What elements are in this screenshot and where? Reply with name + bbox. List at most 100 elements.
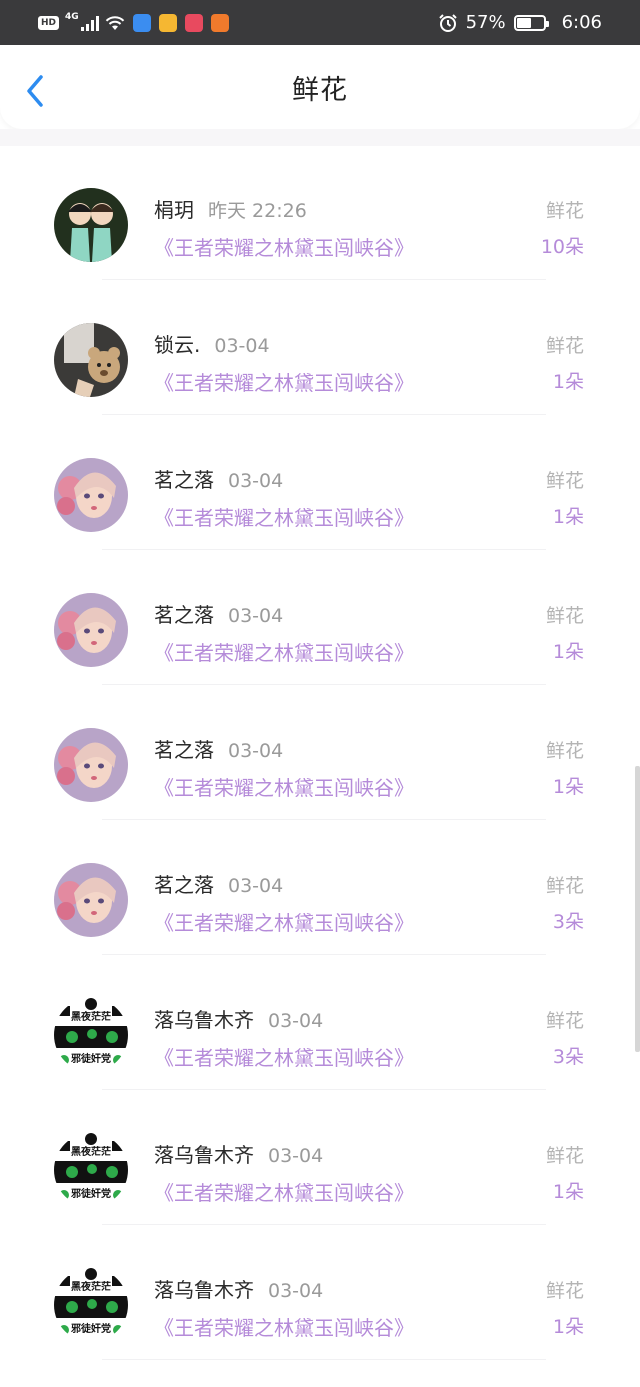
top-nav-bar: 鲜花: [0, 45, 640, 129]
gift-type-label: 鲜花: [545, 740, 584, 762]
list-item[interactable]: 锁云. 03-04 《王者荣耀之林黛玉闯峡谷》 鲜花 1朵: [0, 281, 640, 416]
sent-time: 昨天 22:26: [208, 200, 307, 222]
gift-type-label: 鲜花: [545, 470, 584, 492]
book-title-link[interactable]: 《王者荣耀之林黛玉闯峡谷》: [154, 1177, 414, 1206]
list-item[interactable]: 茗之落 03-04 《王者荣耀之林黛玉闯峡谷》 鲜花 1朵: [0, 416, 640, 551]
list-item[interactable]: 黑夜茫茫 邪徒奸党 落乌鲁木齐 03-04 《王者荣耀之林黛玉闯峡谷》 鲜花 1朵: [0, 1226, 640, 1361]
gift-type-label: 鲜花: [545, 1280, 584, 1302]
avatar[interactable]: 黑夜茫茫 邪徒奸党: [54, 998, 128, 1072]
list-item[interactable]: 茗之落 03-04 《王者荣耀之林黛玉闯峡谷》 鲜花 1朵: [0, 686, 640, 821]
avatar-text-bottom: 邪徒奸党: [70, 1187, 111, 1200]
sent-time: 03-04: [268, 1010, 324, 1032]
book-title-link[interactable]: 《王者荣耀之林黛玉闯峡谷》: [154, 367, 414, 396]
sent-time: 03-04: [268, 1145, 324, 1167]
sender-name: 落乌鲁木齐 03-04: [154, 1004, 323, 1033]
network-type: 4G: [65, 11, 79, 22]
avatar-image: [54, 458, 128, 532]
chevron-left-icon: [27, 75, 43, 107]
hd-icon: HD: [38, 15, 60, 30]
divider: [102, 279, 546, 280]
divider: [102, 1224, 546, 1225]
list-item[interactable]: 茗之落 03-04 《王者荣耀之林黛玉闯峡谷》 鲜花 1朵: [0, 551, 640, 686]
divider: [102, 549, 546, 550]
back-button[interactable]: [22, 73, 48, 109]
shield-app-icon: [132, 13, 151, 32]
gift-count: 1朵: [552, 1316, 584, 1338]
sender-name: 茗之落 03-04: [154, 599, 283, 628]
gift-type-label: 鲜花: [545, 1010, 584, 1032]
avatar-image: [54, 863, 128, 937]
gift-count: 3朵: [552, 1046, 584, 1068]
sender-name-text: 落乌鲁木齐: [154, 1008, 254, 1032]
divider: [102, 819, 546, 820]
avatar-image: [54, 188, 128, 262]
sender-name-text: 茗之落: [154, 873, 214, 897]
folder-app-icon: [158, 13, 177, 32]
gift-type-label: 鲜花: [545, 335, 584, 357]
avatar[interactable]: 黑夜茫茫 邪徒奸党: [54, 1268, 128, 1342]
book-title-link[interactable]: 《王者荣耀之林黛玉闯峡谷》: [154, 907, 414, 936]
sender-name: 落乌鲁木齐 03-04: [154, 1139, 323, 1168]
sent-time: 03-04: [228, 875, 284, 897]
gift-type-label: 鲜花: [545, 605, 584, 627]
book-title-link[interactable]: 《王者荣耀之林黛玉闯峡谷》: [154, 637, 414, 666]
list-item[interactable]: 茗之落 03-04 《王者荣耀之林黛玉闯峡谷》 鲜花 3朵: [0, 821, 640, 956]
sender-name-text: 落乌鲁木齐: [154, 1278, 254, 1302]
sender-name-text: 茗之落: [154, 738, 214, 762]
book-title-link[interactable]: 《王者荣耀之林黛玉闯峡谷》: [154, 1042, 414, 1071]
sent-time: 03-04: [228, 740, 284, 762]
divider: [102, 954, 546, 955]
sent-time: 03-04: [268, 1280, 324, 1302]
avatar[interactable]: [54, 458, 128, 532]
status-bar-left: HD 4G: [38, 11, 229, 32]
sent-time: 03-04: [228, 470, 284, 492]
gift-count: 1朵: [552, 371, 584, 393]
book-title-link[interactable]: 《王者荣耀之林黛玉闯峡谷》: [154, 502, 414, 531]
alarm-icon: [438, 13, 457, 32]
gift-type-label: 鲜花: [545, 875, 584, 897]
book-title-link[interactable]: 《王者荣耀之林黛玉闯峡谷》: [154, 232, 414, 261]
avatar-text-bottom: 邪徒奸党: [70, 1052, 111, 1065]
avatar-text-top: 黑夜茫茫: [71, 1280, 111, 1293]
battery-icon: [513, 14, 549, 31]
avatar-text-top: 黑夜茫茫: [71, 1145, 111, 1158]
sender-name-text: 茗之落: [154, 603, 214, 627]
sender-name-text: 落乌鲁木齐: [154, 1143, 254, 1167]
avatar-image: [54, 728, 128, 802]
avatar-text-top: 黑夜茫茫: [71, 1010, 111, 1023]
sender-name: 茗之落 03-04: [154, 734, 283, 763]
flower-gift-list: 梋玥 昨天 22:26 《王者荣耀之林黛玉闯峡谷》 鲜花 10朵 锁云. 03-04 《王者荣…: [0, 146, 640, 1361]
divider: [102, 1089, 546, 1090]
sender-name: 落乌鲁木齐 03-04: [154, 1274, 323, 1303]
avatar-image: 黑夜茫茫邪徒奸党: [54, 1268, 128, 1342]
list-item[interactable]: 梋玥 昨天 22:26 《王者荣耀之林黛玉闯峡谷》 鲜花 10朵: [0, 146, 640, 281]
divider: [102, 414, 546, 415]
avatar[interactable]: [54, 188, 128, 262]
scrollbar[interactable]: [635, 766, 640, 1052]
sender-name-text: 梋玥: [154, 198, 194, 222]
gift-count: 3朵: [552, 911, 584, 933]
avatar[interactable]: [54, 323, 128, 397]
avatar[interactable]: [54, 728, 128, 802]
gift-count: 1朵: [552, 776, 584, 798]
divider: [102, 1359, 546, 1360]
list-item[interactable]: 黑夜茫茫 邪徒奸党 落乌鲁木齐 03-04 《王者荣耀之林黛玉闯峡谷》 鲜花 1朵: [0, 1091, 640, 1226]
book-title-link[interactable]: 《王者荣耀之林黛玉闯峡谷》: [154, 1312, 414, 1341]
book-title-link[interactable]: 《王者荣耀之林黛玉闯峡谷》: [154, 772, 414, 801]
sender-name: 茗之落 03-04: [154, 464, 283, 493]
sender-name: 梋玥 昨天 22:26: [154, 194, 307, 223]
sender-name-text: 茗之落: [154, 468, 214, 492]
gift-count: 1朵: [552, 641, 584, 663]
status-bar: HD 4G 57% 6:06: [0, 0, 640, 45]
avatar-image: [54, 593, 128, 667]
avatar-image: 黑夜茫茫邪徒奸党: [54, 998, 128, 1072]
avatar[interactable]: [54, 863, 128, 937]
avatar[interactable]: 黑夜茫茫 邪徒奸党: [54, 1133, 128, 1207]
status-bar-right: 57% 6:06: [438, 12, 602, 33]
signal-icon: [80, 15, 99, 31]
book-app-icon: [184, 13, 203, 32]
battery-percent: 57%: [465, 12, 506, 33]
avatar[interactable]: [54, 593, 128, 667]
list-item[interactable]: 黑夜茫茫邪徒奸党 落乌鲁木齐 03-04 《王者荣耀之林黛玉闯峡谷》 鲜花 3朵: [0, 956, 640, 1091]
divider: [102, 684, 546, 685]
